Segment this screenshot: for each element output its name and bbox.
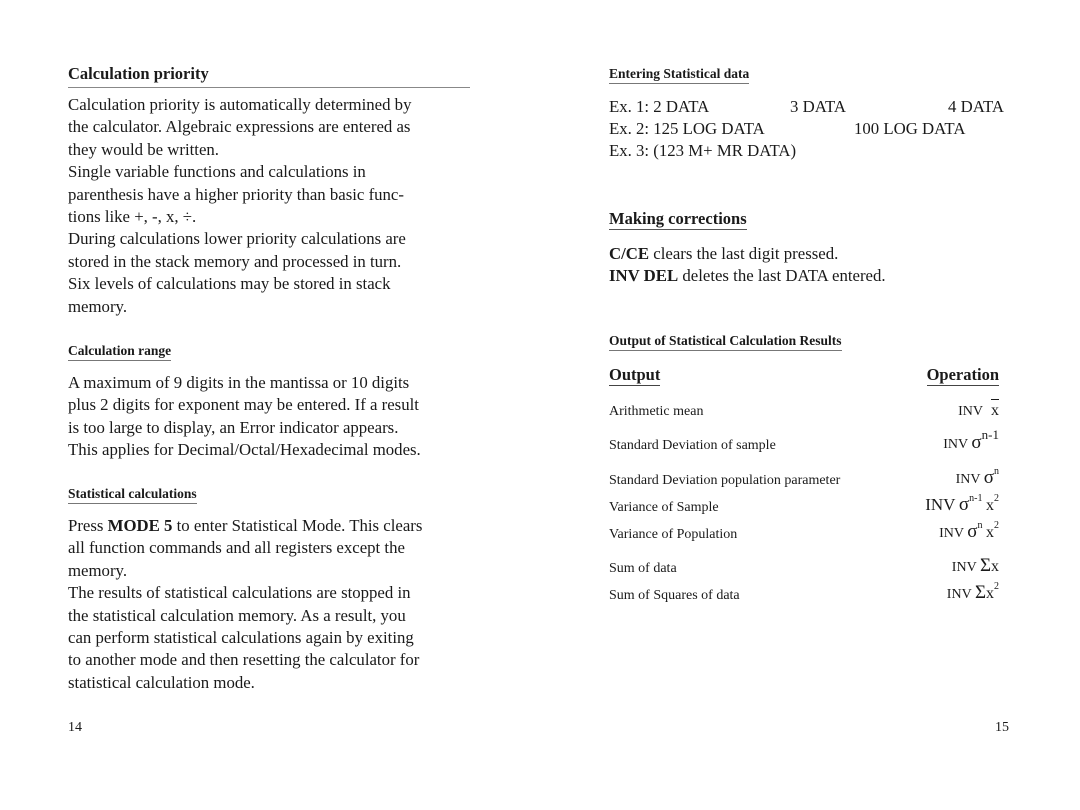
page-number: 15 bbox=[995, 720, 1009, 735]
operation: INV x bbox=[958, 399, 999, 419]
mode-key: MODE 5 bbox=[107, 516, 173, 535]
sum-symbol: Σ bbox=[979, 555, 991, 576]
heading-rule bbox=[68, 87, 470, 88]
text-line: Six levels of calculations may be stored… bbox=[68, 274, 391, 294]
sigma-symbol: σ bbox=[958, 494, 970, 515]
statistical-calculations-heading: Statistical calculations bbox=[68, 486, 197, 504]
text-line: Press MODE 5 to enter Statistical Mode. … bbox=[68, 516, 423, 535]
entering-statistical-data-heading: Entering Statistical data bbox=[609, 66, 750, 84]
result-row-variance-sample: Variance of Sample INV σn-1 x2 bbox=[609, 493, 999, 516]
text-line: Calculation priority is automatically de… bbox=[68, 95, 412, 114]
sigma-symbol: σ bbox=[983, 467, 994, 488]
text-line: they would be written. bbox=[68, 139, 219, 159]
text-line: Single variable functions and calculatio… bbox=[68, 162, 366, 182]
operation: INV σn-1 bbox=[943, 427, 999, 453]
calculation-priority-heading: Calculation priority bbox=[68, 64, 209, 83]
result-row-sd-sample: Standard Deviation of sample INV σn-1 bbox=[609, 427, 999, 453]
text-line: During calculations lower priority calcu… bbox=[68, 229, 406, 249]
result-row-sd-population: Standard Deviation population parameter … bbox=[609, 466, 999, 489]
making-corrections-heading: Making corrections bbox=[609, 209, 747, 230]
sigma-symbol: σ bbox=[971, 432, 982, 453]
operation: INV Σx2 bbox=[946, 581, 999, 604]
calculation-range-heading: Calculation range bbox=[68, 343, 172, 361]
text-line: The results of statistical calculations … bbox=[68, 583, 411, 603]
text-line: memory. bbox=[68, 560, 128, 580]
text-line: the statistical calculation memory. As a… bbox=[68, 605, 406, 625]
column-operation: Operation bbox=[926, 365, 999, 386]
result-row-arithmetic-mean: Arithmetic mean INV x bbox=[609, 399, 999, 419]
text-line: parenthesis have a higher priority than … bbox=[68, 184, 404, 204]
calculation-priority-text: Calculation priority is automatically de… bbox=[68, 94, 411, 318]
example-3: Ex. 3: (123 M+ MR DATA) bbox=[609, 141, 797, 160]
text-line: all function commands and all registers … bbox=[68, 538, 405, 558]
text-line: is too large to display, an Error indica… bbox=[68, 417, 399, 437]
text-line: A maximum of 9 digits in the mantissa or… bbox=[68, 373, 410, 392]
operation: INV Σx bbox=[951, 555, 999, 576]
result-row-sum: Sum of data INV Σx bbox=[609, 555, 999, 576]
text-line: stored in the stack memory and processed… bbox=[68, 251, 402, 271]
text-line: statistical calculation mode. bbox=[68, 672, 255, 692]
column-output: Output bbox=[609, 365, 661, 386]
text-line: memory. bbox=[68, 296, 128, 316]
text-line: can perform statistical calculations aga… bbox=[68, 628, 414, 648]
statistical-calculations-text: Press MODE 5 to enter Statistical Mode. … bbox=[68, 515, 422, 694]
text-line: to another mode and then resetting the c… bbox=[68, 650, 420, 670]
correction-cce: C/CE clears the last digit pressed. bbox=[609, 244, 839, 263]
sum-symbol: Σ bbox=[974, 582, 986, 603]
operation: INV σn bbox=[955, 466, 999, 489]
text-line: the calculator. Algebraic expressions ar… bbox=[68, 117, 411, 137]
calculation-range-text: A maximum of 9 digits in the mantissa or… bbox=[68, 372, 421, 462]
operation: INV σn-1 x2 bbox=[925, 493, 999, 516]
result-row-variance-population: Variance of Population INV σn x2 bbox=[609, 520, 999, 543]
result-row-sum-squares: Sum of Squares of data INV Σx2 bbox=[609, 581, 999, 604]
text-line: plus 2 digits for exponent may be entere… bbox=[68, 395, 419, 415]
sigma-symbol: σ bbox=[967, 521, 978, 542]
output-results-heading: Output of Statistical Calculation Result… bbox=[609, 333, 842, 351]
text-line: This applies for Decimal/Octal/Hexadecim… bbox=[68, 440, 421, 460]
operation: INV σn x2 bbox=[939, 520, 999, 543]
text-line: tions like +, -, x, ÷. bbox=[68, 207, 197, 227]
correction-inv-del: INV DEL deletes the last DATA entered. bbox=[609, 266, 886, 285]
x-bar-symbol: x bbox=[991, 399, 999, 419]
page-number: 14 bbox=[68, 720, 82, 735]
